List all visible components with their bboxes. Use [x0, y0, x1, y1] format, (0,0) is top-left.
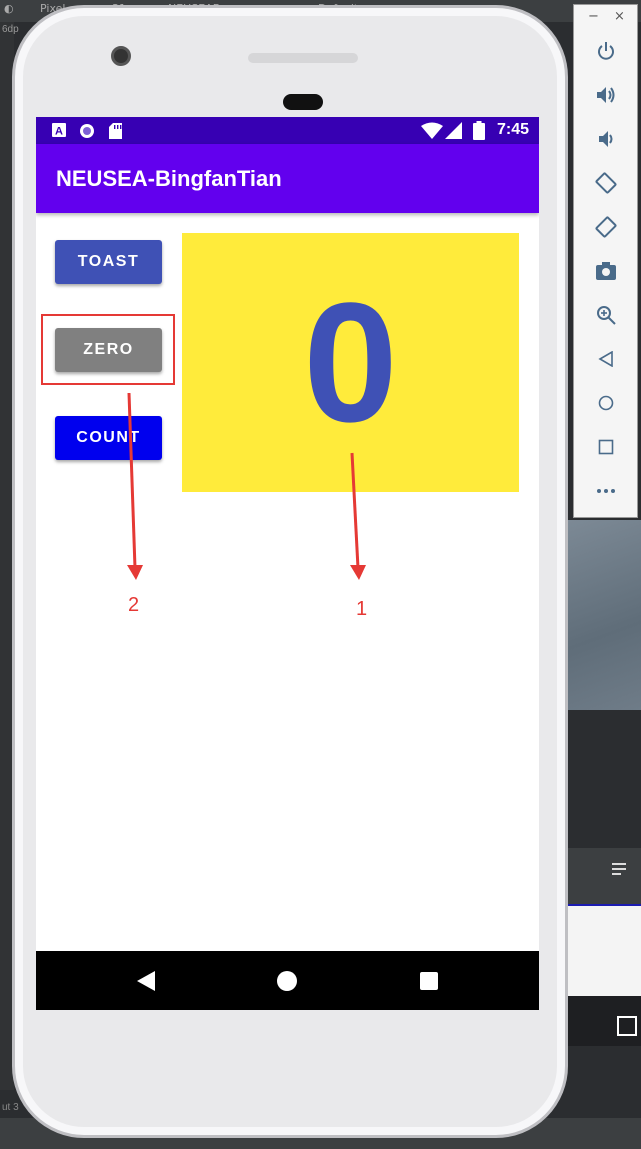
ide-dark-area [560, 996, 641, 1046]
rotate-right-icon[interactable] [594, 215, 618, 239]
home-icon[interactable] [594, 391, 618, 415]
ide-gutter-text: 6dp [2, 24, 19, 35]
ide-logo-icon: ◐ [4, 2, 14, 15]
app-bar: NEUSEA-BingfanTian [36, 144, 539, 213]
ide-right-panel [560, 848, 641, 904]
emulator-toolbar: − × [573, 4, 638, 518]
counter-display: 0 [182, 233, 519, 492]
front-camera [111, 46, 131, 66]
app-title: NEUSEA-BingfanTian [56, 166, 282, 191]
toast-button[interactable]: TOAST [55, 240, 162, 284]
wifi-icon [421, 122, 443, 139]
camera-icon[interactable] [594, 259, 618, 283]
annotation-label-2: 2 [128, 594, 140, 616]
more-icon[interactable] [594, 479, 618, 503]
ide-bottom-text: ut 3 [2, 1102, 19, 1113]
minimize-button[interactable]: − [588, 9, 599, 24]
close-button[interactable]: × [614, 9, 625, 24]
list-icon[interactable] [612, 862, 628, 876]
phone-screen: A 7:45 NEUSEA-BingfanTian TOAST ZERO COU… [36, 117, 539, 1010]
volume-down-icon[interactable] [594, 127, 618, 151]
home-icon[interactable] [276, 970, 298, 992]
recents-icon[interactable] [420, 972, 438, 990]
annotation-label-1: 1 [356, 598, 368, 620]
navigation-bar [36, 951, 539, 1010]
back-icon[interactable] [594, 347, 618, 371]
battery-icon [473, 121, 485, 140]
circle-icon [80, 124, 94, 138]
proximity-sensor [283, 94, 323, 110]
rotate-left-icon[interactable] [594, 171, 618, 195]
power-icon[interactable] [594, 39, 618, 63]
zero-button-highlight [41, 314, 175, 385]
count-button[interactable]: COUNT [55, 416, 162, 460]
overview-icon[interactable] [594, 435, 618, 459]
back-icon[interactable] [136, 970, 156, 992]
a-icon: A [52, 123, 66, 137]
svg-text:A: A [55, 126, 63, 138]
volume-up-icon[interactable] [594, 83, 618, 107]
counter-value: 0 [303, 267, 398, 458]
zoom-icon[interactable] [594, 303, 618, 327]
status-bar: A 7:45 [36, 117, 539, 144]
earpiece-speaker [248, 53, 358, 63]
ide-background-image [560, 520, 641, 710]
status-time: 7:45 [496, 121, 529, 138]
stop-icon[interactable] [617, 1016, 637, 1036]
signal-icon [445, 122, 462, 139]
sd-card-icon [109, 123, 122, 139]
ide-preview-area [560, 904, 641, 996]
